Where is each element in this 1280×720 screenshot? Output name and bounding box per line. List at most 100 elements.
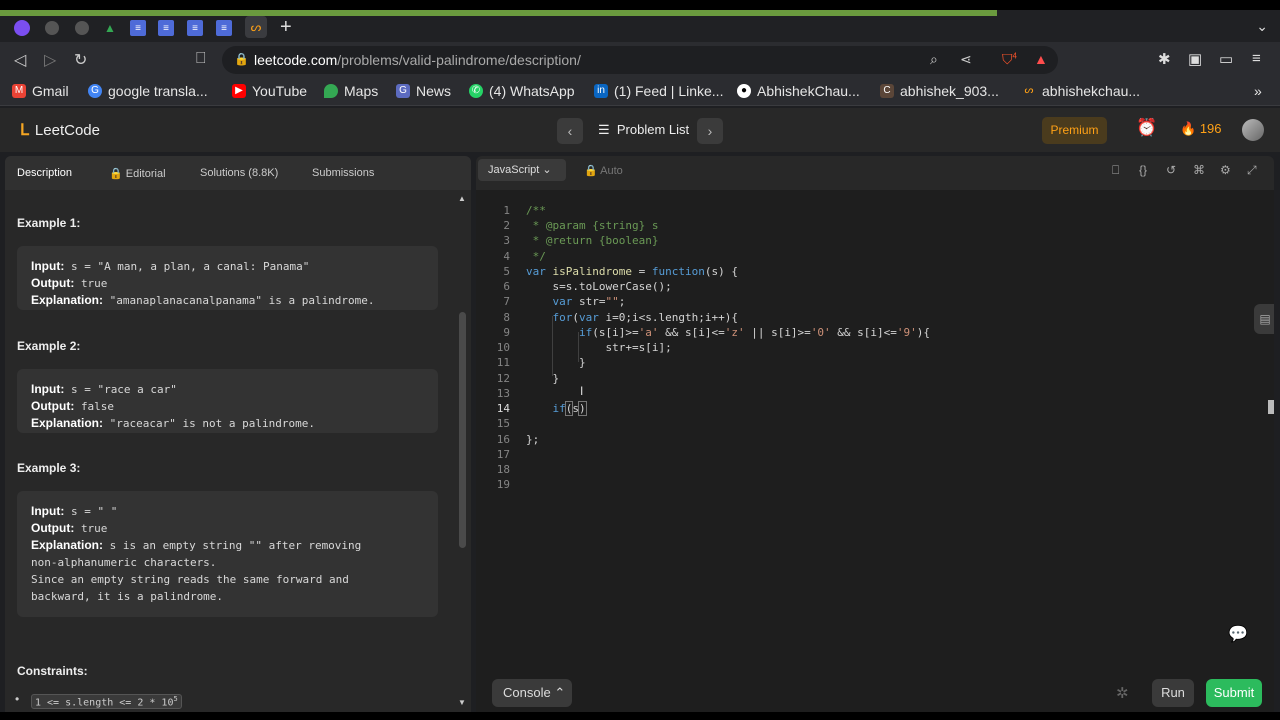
scrollbar-thumb[interactable]	[459, 312, 466, 548]
code-line: 14 if(s)	[476, 401, 1274, 417]
bookmark-gmail[interactable]: M Gmail	[12, 83, 69, 99]
bookmarks-bar: M Gmail Ggoogle transla... ▶ YouTube Maps …	[0, 78, 1280, 106]
example-title: Example 2:	[17, 339, 81, 353]
format-braces-icon[interactable]: {}	[1139, 163, 1147, 177]
code-line: 6 s=s.toLowerCase();	[476, 280, 1274, 295]
tab-search-icon[interactable]: ⌄	[1256, 18, 1268, 35]
leetcode-logo-icon: ᒪ	[20, 122, 29, 139]
example-box: Input: s = "race a car" Output: false Ex…	[17, 369, 438, 433]
line-number: 19	[496, 478, 510, 491]
alarm-clock-icon[interactable]: ⏰	[1136, 118, 1157, 138]
premium-button[interactable]: Premium	[1042, 117, 1107, 144]
url-text: leetcode.com/problems/valid-palindrome/d…	[254, 52, 581, 68]
code-text: if(s)	[552, 401, 587, 416]
bookmark-whatsapp[interactable]: ✆ (4) WhatsApp	[469, 83, 575, 99]
brave-shield-icon[interactable]: ⛉4	[1002, 51, 1017, 68]
code-line: 5 var isPalindrome = function(s) {	[476, 265, 1274, 280]
code-line: 18	[476, 463, 1274, 478]
back-icon[interactable]: ◁	[14, 50, 26, 70]
tab-solutions[interactable]: Solutions (8.8K)	[200, 167, 278, 179]
menu-icon[interactable]: ≡	[1252, 50, 1261, 67]
settings-icon[interactable]: ⚙	[1220, 163, 1231, 177]
scrollbar-marker[interactable]	[1268, 400, 1274, 414]
leetcode-logo[interactable]: ᒪ LeetCode	[20, 120, 100, 140]
bookmark-linkedin[interactable]: in (1) Feed | Linke...	[594, 83, 723, 99]
reset-icon[interactable]: ↺	[1166, 163, 1176, 177]
code-text: * @param {string} s	[526, 219, 659, 232]
extensions-icon[interactable]: ✱	[1158, 50, 1171, 68]
bookmark-codechef[interactable]: Cabhishek_903...	[880, 83, 999, 99]
line-number: 4	[503, 250, 510, 263]
new-tab-button[interactable]: +	[280, 16, 292, 39]
zoom-icon[interactable]: ⌕	[930, 51, 938, 68]
problem-list-button[interactable]: ☰ Problem List	[598, 122, 689, 138]
line-number: 5	[503, 265, 510, 278]
doc-tab-icon[interactable]: ≡	[158, 20, 174, 36]
leetcode-icon: ᔕ	[1024, 85, 1034, 96]
language-select[interactable]: JavaScript ⌄	[478, 159, 566, 181]
code-text: str+=s[i];	[526, 341, 672, 354]
line-number: 15	[496, 417, 510, 430]
bookmark-youtube[interactable]: ▶ YouTube	[232, 83, 307, 99]
console-button[interactable]: Console ⌃	[492, 679, 572, 707]
tab-icon-1[interactable]	[12, 18, 32, 38]
bookmark-google-translate[interactable]: Ggoogle transla...	[88, 83, 208, 99]
browser-toolbar: ◁ ▷ ↻ ⎕ 🔒 leetcode.com/problems/valid-pa…	[0, 42, 1280, 78]
chat-icon[interactable]: 💬	[1228, 624, 1248, 644]
avatar[interactable]	[1242, 119, 1264, 141]
scroll-down-icon[interactable]: ▼	[458, 698, 466, 707]
example-title: Example 3:	[17, 461, 81, 475]
doc-tab-icon[interactable]: ≡	[130, 20, 146, 36]
reload-icon[interactable]: ↻	[74, 50, 87, 70]
debug-icon[interactable]: ✲	[1116, 684, 1129, 702]
line-number: 6	[503, 280, 510, 293]
code-line: 1 /**	[476, 204, 1274, 219]
description-tabs: Description 🔒 Editorial Solutions (8.8K)…	[5, 156, 471, 190]
tab-icon-2[interactable]	[42, 18, 62, 38]
line-number: 7	[503, 295, 510, 308]
tab-icon-3[interactable]	[72, 18, 92, 38]
wallet-icon[interactable]: ▭	[1219, 50, 1233, 68]
github-icon: ●	[737, 84, 751, 98]
brave-rewards-icon[interactable]: ▲	[1034, 51, 1048, 67]
shortcut-icon[interactable]: ⌘	[1193, 163, 1205, 177]
lock-icon: 🔒	[109, 168, 123, 180]
tab-submissions[interactable]: Submissions	[312, 167, 374, 179]
description-scrollbar[interactable]: ▲ ▼	[457, 192, 467, 708]
forward-icon[interactable]: ▷	[44, 50, 56, 70]
sidebar-icon[interactable]: ▣	[1188, 50, 1202, 68]
streak-counter[interactable]: 🔥 196	[1180, 121, 1222, 137]
bookmark-leetcode[interactable]: ᔕ abhishekchau...	[1022, 83, 1141, 99]
fullscreen-icon[interactable]: ⤢	[1247, 163, 1257, 178]
line-number: 2	[503, 219, 510, 232]
tab-description[interactable]: Description	[17, 167, 72, 179]
bookmark-maps[interactable]: Maps	[324, 83, 378, 99]
bookmark-icon[interactable]: ⎕	[196, 50, 206, 68]
notes-side-icon[interactable]: ▤	[1254, 304, 1274, 334]
leetcode-tab-icon[interactable]: ᔕ	[245, 16, 267, 38]
bookmark-icon[interactable]: ⎕	[1112, 163, 1119, 178]
code-line: 7 var str="";	[476, 295, 1274, 310]
line-number: 18	[496, 463, 510, 476]
tab-editorial[interactable]: 🔒 Editorial	[109, 167, 166, 180]
address-bar[interactable]: 🔒 leetcode.com/problems/valid-palindrome…	[222, 46, 1058, 74]
submit-button[interactable]: Submit	[1206, 679, 1262, 707]
next-problem-button[interactable]: ›	[697, 118, 723, 144]
drive-icon[interactable]: ▲	[100, 18, 120, 38]
line-number: 3	[503, 234, 510, 247]
doc-tab-icon[interactable]: ≡	[216, 20, 232, 36]
run-button[interactable]: Run	[1152, 679, 1194, 707]
code-text: }	[526, 356, 586, 369]
share-icon[interactable]: ⋖	[960, 51, 972, 68]
news-icon: G	[396, 84, 410, 98]
line-number: 11	[496, 356, 510, 369]
flame-icon: 🔥	[1180, 121, 1197, 136]
maps-icon	[324, 84, 338, 98]
prev-problem-button[interactable]: ‹	[557, 118, 583, 144]
doc-tab-icon[interactable]: ≡	[187, 20, 203, 36]
scroll-up-icon[interactable]: ▲	[458, 194, 466, 203]
bookmark-github[interactable]: ● AbhishekChau...	[737, 83, 860, 99]
gmail-icon: M	[12, 84, 26, 98]
bookmark-news[interactable]: G News	[396, 83, 451, 99]
bookmarks-overflow-icon[interactable]: »	[1254, 83, 1262, 99]
